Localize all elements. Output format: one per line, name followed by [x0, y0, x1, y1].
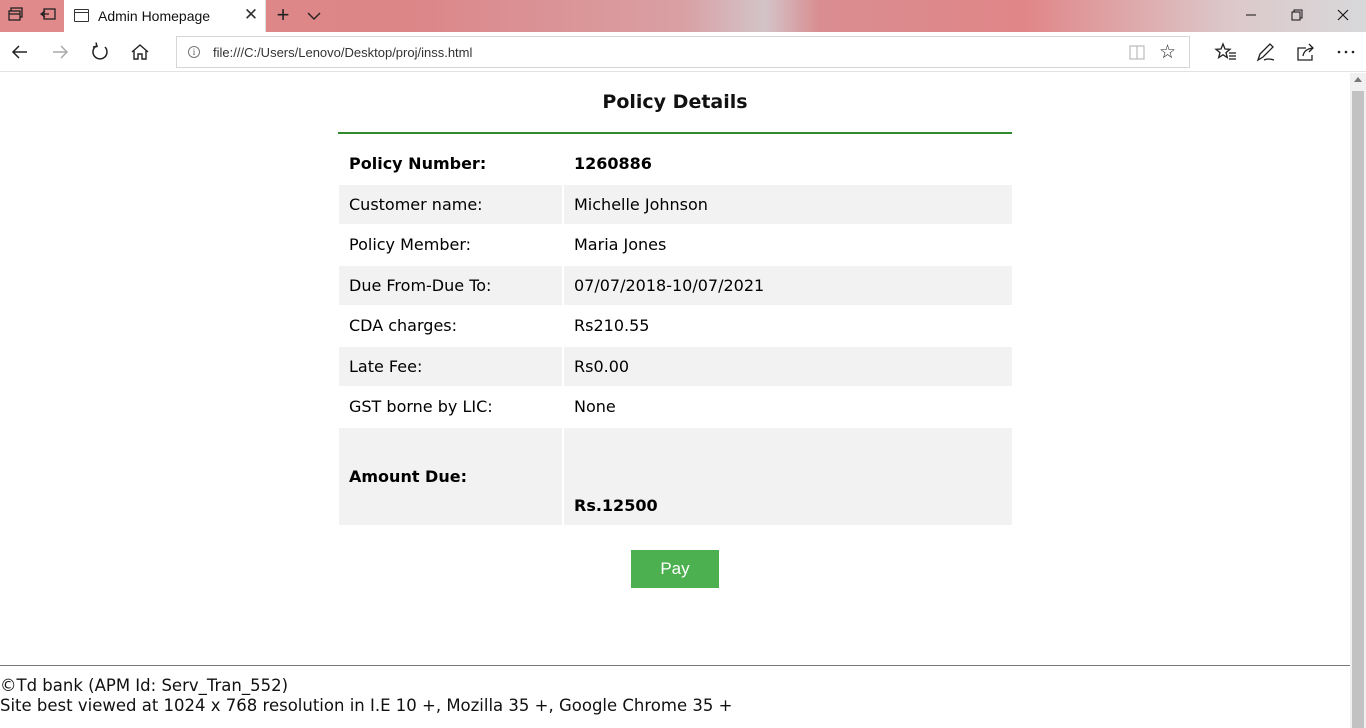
tab-admin-homepage[interactable]: Admin Homepage ✕	[64, 0, 266, 32]
close-icon[interactable]: ✕	[242, 6, 260, 24]
row-label: Customer name:	[349, 195, 483, 214]
cda-charges-value: Rs210.55	[574, 316, 650, 335]
row-label: Late Fee:	[349, 357, 423, 376]
set-aside-tabs-icon[interactable]	[38, 6, 58, 26]
restore-icon[interactable]	[1274, 0, 1320, 32]
page-title: Policy Details	[602, 91, 748, 113]
row-label: Policy Number:	[349, 154, 487, 173]
gst-value: None	[574, 397, 616, 416]
page-icon	[74, 9, 89, 22]
favorite-star-icon[interactable]: ☆	[1159, 41, 1176, 63]
minimize-icon[interactable]	[1228, 0, 1274, 32]
table-row: Amount Due: Rs.12500	[339, 428, 1012, 525]
title-bar: Admin Homepage ✕ +	[0, 0, 1366, 32]
table-row: CDA charges: Rs210.55	[339, 306, 1012, 346]
footer: ©Td bank (APM Id: Serv_Tran_552) Site be…	[0, 676, 732, 716]
tab-actions-icon[interactable]	[6, 6, 26, 26]
table-row: Policy Number: 1260886	[339, 144, 1012, 184]
footer-browser-note: Site best viewed at 1024 x 768 resolutio…	[0, 696, 733, 715]
table-row: Customer name: Michelle Johnson	[339, 185, 1012, 224]
favorites-list-icon[interactable]	[1214, 40, 1238, 64]
refresh-icon[interactable]	[88, 40, 112, 64]
address-bar[interactable]: i file:///C:/Users/Lenovo/Desktop/proj/i…	[176, 36, 1190, 68]
table-row: Late Fee: Rs0.00	[339, 347, 1012, 386]
pay-button[interactable]: Pay	[631, 550, 719, 588]
customer-name-value: Michelle Johnson	[574, 195, 708, 214]
table-row: Due From-Due To: 07/07/2018-10/07/2021	[339, 266, 1012, 305]
row-label: Policy Member:	[349, 235, 472, 254]
row-label: Due From-Due To:	[349, 276, 492, 295]
new-tab-icon[interactable]: +	[272, 4, 294, 27]
policy-number-value: 1260886	[574, 154, 652, 173]
amount-due-value: Rs.12500	[574, 496, 658, 515]
url-text[interactable]: file:///C:/Users/Lenovo/Desktop/proj/ins…	[213, 45, 472, 60]
info-icon[interactable]: i	[188, 46, 200, 58]
home-icon[interactable]	[128, 40, 152, 64]
reading-view-icon[interactable]	[1129, 45, 1145, 60]
pen-icon[interactable]	[1254, 40, 1278, 64]
page-viewport: Policy Details Policy Number: 1260886 Cu…	[0, 73, 1350, 728]
due-period-value: 07/07/2018-10/07/2021	[574, 276, 765, 295]
tab-title: Admin Homepage	[98, 8, 211, 24]
scrollbar-thumb[interactable]	[1352, 91, 1364, 728]
footer-divider	[0, 665, 1350, 666]
vertical-scrollbar[interactable]	[1350, 73, 1366, 728]
row-label: CDA charges:	[349, 316, 458, 335]
row-label: Amount Due:	[349, 467, 467, 486]
share-icon[interactable]	[1294, 40, 1318, 64]
heading-divider	[338, 132, 1012, 134]
more-icon[interactable]	[1334, 40, 1358, 64]
window-close-icon[interactable]	[1320, 0, 1366, 32]
chevron-down-icon[interactable]	[305, 7, 323, 25]
row-label: GST borne by LIC:	[349, 397, 493, 416]
scroll-up-icon[interactable]	[1354, 77, 1362, 82]
policy-member-value: Maria Jones	[574, 235, 667, 254]
late-fee-value: Rs0.00	[574, 357, 630, 376]
forward-icon[interactable]	[48, 40, 72, 64]
navigation-bar: i file:///C:/Users/Lenovo/Desktop/proj/i…	[0, 32, 1366, 72]
table-row: Policy Member: Maria Jones	[339, 225, 1012, 265]
back-icon[interactable]	[8, 40, 32, 64]
footer-copyright: ©Td bank (APM Id: Serv_Tran_552)	[0, 676, 289, 695]
table-row: GST borne by LIC: None	[339, 387, 1012, 427]
